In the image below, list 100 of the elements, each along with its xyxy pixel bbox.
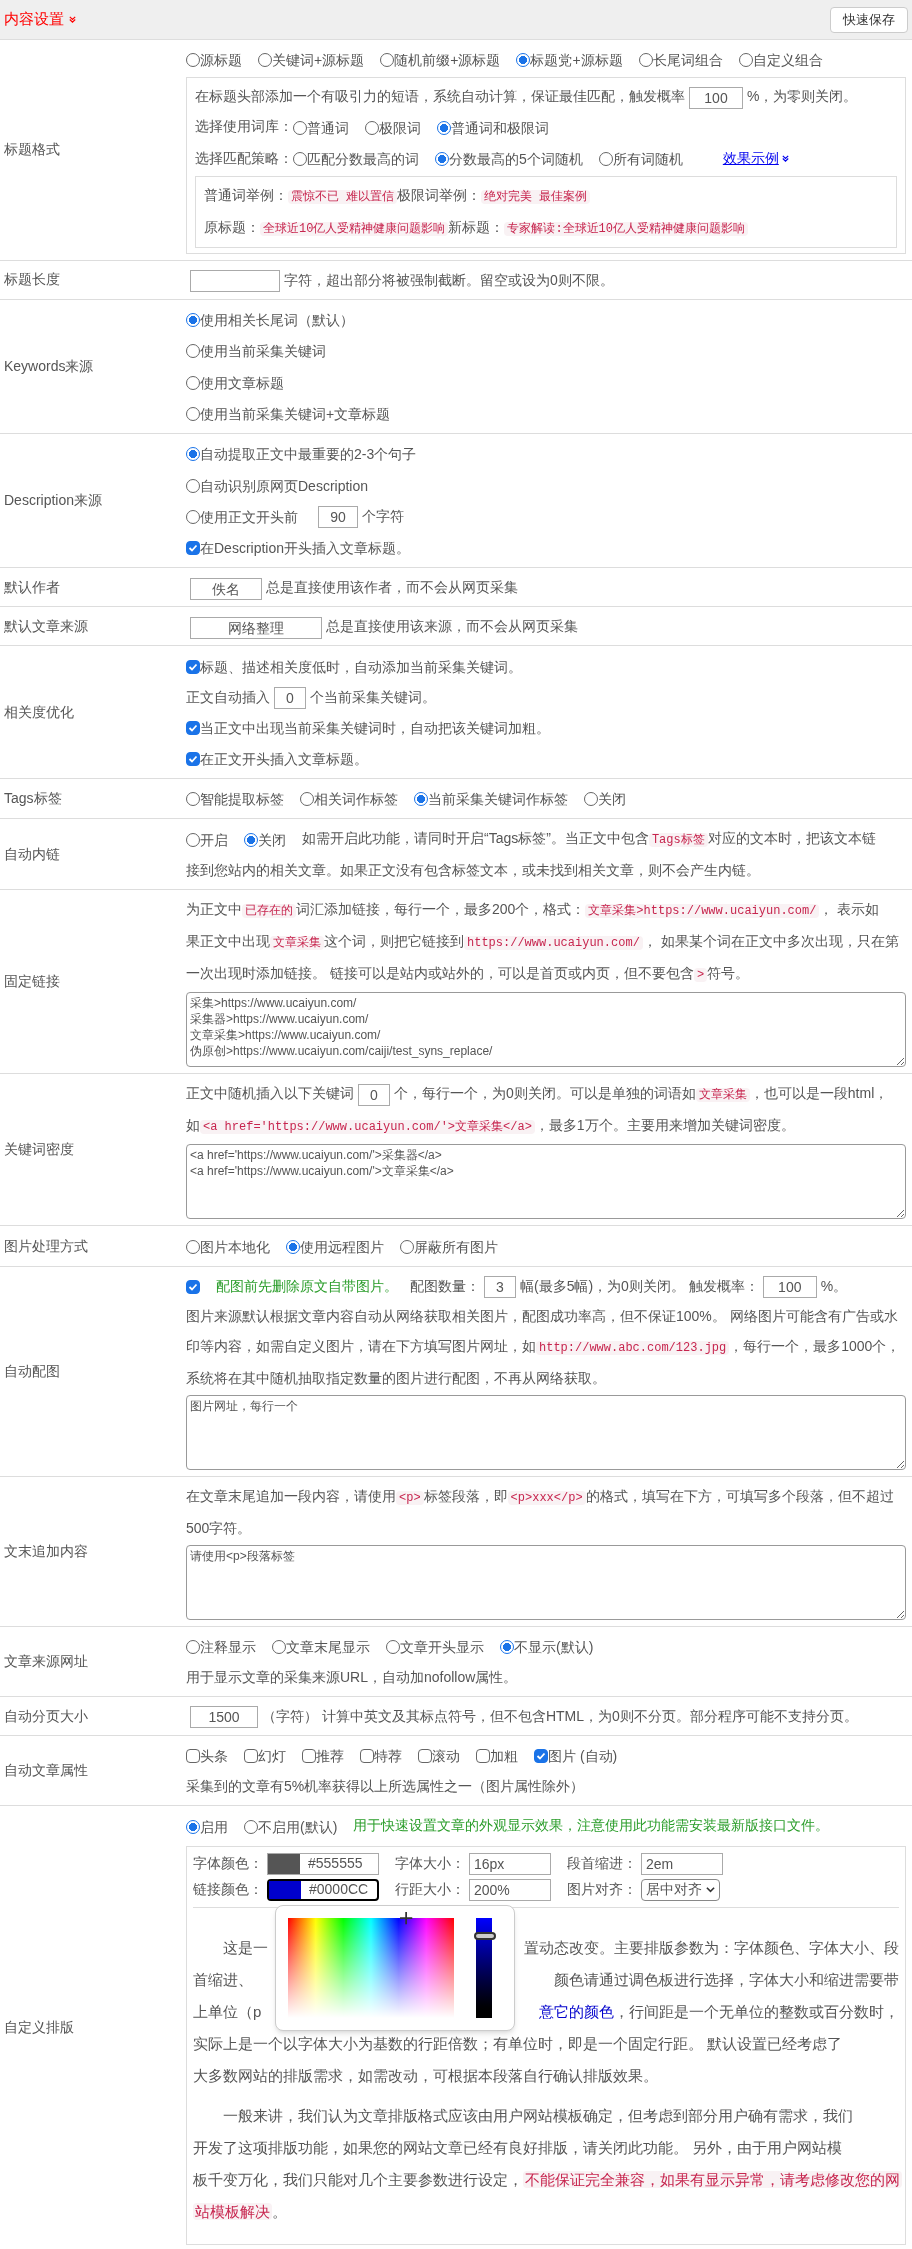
checkbox[interactable] [360, 1749, 374, 1764]
checkbox[interactable] [186, 720, 200, 735]
radio-button[interactable] [244, 832, 258, 847]
radio-button[interactable] [293, 120, 307, 135]
radio-label: 使用当前采集关键词+文章标题 [200, 405, 391, 425]
radio-button[interactable] [386, 1640, 400, 1655]
input-field[interactable] [190, 270, 280, 293]
label-text: 500字符。 [186, 1519, 252, 1536]
radio-button[interactable] [300, 792, 314, 807]
input-field[interactable]: 100 [762, 1276, 817, 1299]
color-field[interactable]: #555555 [267, 1852, 379, 1875]
checkbox[interactable] [186, 659, 200, 674]
checkbox[interactable] [186, 541, 200, 556]
radio-button[interactable] [293, 151, 307, 166]
input-field[interactable]: 100 [689, 86, 743, 109]
note-text: 用于快速设置文章的外观显示效果，注意使用此功能需安装最新版接口文件。 [353, 1817, 830, 1834]
input-field[interactable]: 200% [469, 1878, 551, 1901]
checkbox[interactable] [476, 1749, 490, 1764]
radio-label: 所有词随机 [612, 149, 683, 169]
radio-label: 匹配分数最高的词 [307, 149, 419, 169]
color-spectrum[interactable] [288, 1917, 454, 2018]
radio-button[interactable] [186, 1640, 200, 1655]
color-value: #555555 [307, 1854, 364, 1874]
label-text: 系统将在其中随机抽取指定数量的图片进行配图，不再从网络获取。 [186, 1369, 606, 1386]
code-snippet: 文章采集>https://www.ucaiyun.com/ [585, 904, 820, 919]
radio-button[interactable] [186, 375, 200, 390]
checkbox[interactable] [186, 752, 200, 767]
text-area[interactable]: 请使用<p>段落标签 [186, 1544, 906, 1620]
radio-button[interactable] [186, 447, 200, 462]
input-field[interactable]: 90 [318, 505, 358, 528]
label-text: 用于显示文章的采集来源URL，自动加nofollow属性。 [186, 1669, 518, 1686]
checkbox[interactable] [186, 1280, 200, 1295]
radio-button[interactable] [638, 53, 653, 68]
input-field[interactable]: 1500 [190, 1706, 258, 1729]
label-text: 对应的文本时，把该文本链 [707, 830, 876, 847]
checkbox[interactable] [534, 1749, 548, 1764]
checkbox[interactable] [302, 1749, 316, 1764]
input-field[interactable]: 0 [358, 1083, 390, 1106]
label-text: 个，每行一个，为0则关闭。可以是单独的词语如 [394, 1085, 696, 1102]
crosshair-icon[interactable] [400, 1911, 414, 1926]
radio-label: 使用文章标题 [200, 373, 284, 393]
check-icon [188, 754, 198, 765]
radio-button[interactable] [186, 53, 200, 68]
text-area[interactable]: 采集>https://www.ucaiyun.com/ 采集器>https://www.ucaiyun.com/ 文章采集>https://www.ucaiyun.com/ 伪原创>https://www.ucaiyun.com/caiji/test_syns_replace/ [186, 992, 906, 1068]
radio-button[interactable] [186, 832, 200, 847]
label-text: ，每行一个，最多1000个， [729, 1337, 901, 1354]
label-text: 选择使用词库： [195, 118, 293, 135]
radio-button[interactable] [437, 120, 451, 135]
radio-button[interactable] [365, 120, 379, 135]
radio-button[interactable] [186, 792, 200, 807]
save-button[interactable]: 快速保存 [830, 6, 908, 33]
warning-text: 站模板解决 [193, 2202, 272, 2220]
checkbox[interactable] [418, 1749, 432, 1764]
radio-button[interactable] [414, 792, 428, 807]
radio-label: 普通词 [307, 118, 349, 138]
radio-button[interactable] [186, 344, 200, 359]
label-text: 印等内容，如需自定义图片，请在下方填写图片网址，如 [186, 1337, 536, 1354]
label-text: 。 [272, 2202, 287, 2220]
field-label: 行距大小： [395, 1880, 465, 1900]
input-field[interactable]: 佚名 [190, 577, 262, 600]
code-snippet: 震惊不已 难以置信 [288, 189, 398, 204]
label-text: 个字符 [362, 507, 404, 524]
radio-button[interactable] [516, 53, 531, 68]
checkbox[interactable] [244, 1749, 258, 1764]
checkbox[interactable] [186, 1749, 200, 1764]
radio-button[interactable] [186, 1239, 200, 1254]
radio-label: 使用正文开头前 [200, 507, 298, 527]
input-field[interactable]: 0 [274, 686, 306, 709]
label-text: 如需开启此功能，请同时开启“Tags标签”。当正文中包含 [302, 830, 649, 847]
radio-button[interactable] [244, 1819, 258, 1834]
radio-button[interactable] [584, 792, 598, 807]
radio-button[interactable] [400, 1239, 414, 1254]
radio-button[interactable] [258, 53, 272, 68]
radio-button[interactable] [186, 509, 200, 524]
text-area[interactable]: <a href='https://www.ucaiyun.com/'>采集器</a> <a href='https://www.ucaiyun.com/'>文章采集</a> [186, 1144, 906, 1220]
radio-button[interactable] [272, 1640, 286, 1655]
input-field[interactable]: 网络整理 [190, 616, 322, 639]
radio-button[interactable] [186, 407, 200, 422]
input-field[interactable]: 3 [484, 1276, 516, 1299]
radio-button[interactable] [738, 53, 753, 68]
brightness-slider[interactable] [473, 1917, 494, 2018]
radio-button[interactable] [380, 53, 395, 68]
label-text: 字符，超出部分将被强制截断。留空或设为0则不限。 [284, 271, 614, 288]
row-label: 自定义排版 [4, 2018, 74, 2037]
radio-button[interactable] [598, 151, 613, 166]
slider-handle[interactable] [473, 1932, 496, 1941]
color-field[interactable]: #0000CC [267, 1878, 379, 1901]
radio-button[interactable] [435, 151, 449, 166]
radio-button[interactable] [186, 1819, 200, 1834]
input-field[interactable]: 16px [469, 1852, 551, 1875]
radio-button[interactable] [186, 478, 200, 493]
input-field[interactable]: 2em [641, 1852, 723, 1875]
radio-button[interactable] [500, 1640, 514, 1655]
checkbox-label: 推荐 [316, 1747, 344, 1767]
radio-button[interactable] [186, 313, 200, 328]
text-area[interactable]: 图片网址，每行一个 [186, 1394, 906, 1470]
radio-label: 使用相关长尾词（默认） [200, 311, 354, 331]
align-select[interactable]: 居中对齐 [641, 1878, 720, 1901]
example-link[interactable]: 效果示例 [722, 149, 790, 166]
radio-button[interactable] [286, 1239, 300, 1254]
